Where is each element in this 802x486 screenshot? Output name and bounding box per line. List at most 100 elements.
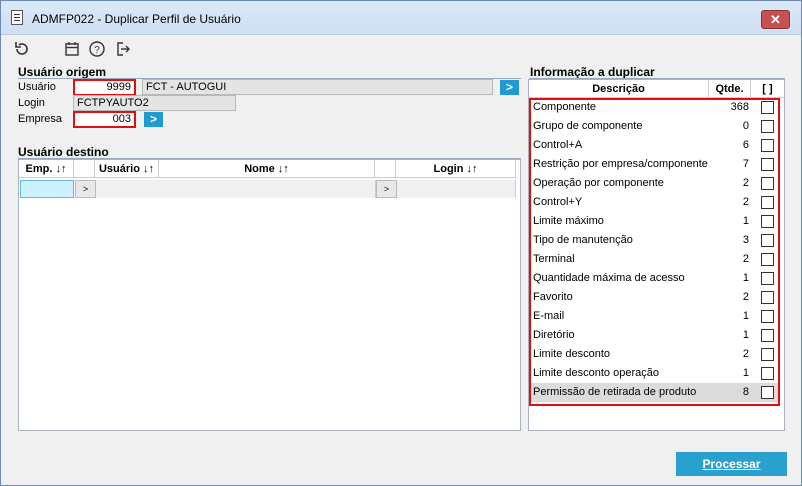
info-row-descricao: Restrição por empresa/componente [533,158,708,170]
info-row-descricao: Control+A [533,139,583,151]
empresa-field[interactable]: 003 [73,111,136,128]
info-row-qtde: 1 [742,272,749,284]
info-row-qtde: 2 [742,177,749,189]
info-row-descricao: Limite máximo [533,215,604,227]
info-row-checkbox[interactable] [761,158,774,171]
info-row[interactable]: Terminal 2 [530,250,780,269]
info-row-qtde: 2 [742,291,749,303]
window-title: ADMFP022 - Duplicar Perfil de Usuário [32,12,241,26]
info-row[interactable]: Favorito 2 [530,288,780,307]
info-row-qtde: 3 [742,234,749,246]
info-row-checkbox[interactable] [761,253,774,266]
col-login[interactable]: Login ↓↑ [396,160,516,178]
info-row-checkbox[interactable] [761,196,774,209]
info-row-checkbox[interactable] [761,101,774,114]
info-row[interactable]: Permissão de retirada de produto 8 [530,383,780,402]
info-row[interactable]: Limite desconto operação 1 [530,364,780,383]
toolbar: ? [1,36,801,62]
document-icon [11,10,23,25]
refresh-icon[interactable] [13,40,31,58]
svg-text:?: ? [94,45,100,56]
processar-button[interactable]: Processar [676,452,787,476]
info-row-qtde: 2 [742,348,749,360]
info-row-checkbox[interactable] [761,329,774,342]
info-row[interactable]: Operação por componente 2 [530,174,780,193]
info-row-qtde: 2 [742,196,749,208]
info-row-descricao: Control+Y [533,196,583,208]
empresa-label: Empresa [18,113,63,125]
login-field: FCTPYAUTO2 [73,95,236,111]
col-qtde: Qtde. [709,80,751,98]
nome-lookup-button[interactable]: > [376,180,397,198]
title-bar: ADMFP022 - Duplicar Perfil de Usuário ✕ [1,1,801,35]
info-row[interactable]: Grupo de componente 0 [530,117,780,136]
info-row-descricao: Favorito [533,291,573,303]
usuario-go-button[interactable]: > [500,80,519,95]
empresa-go-button[interactable]: > [144,112,163,127]
info-row-descricao: Diretório [533,329,575,341]
info-row-qtde: 368 [730,101,749,113]
info-row-descricao: Operação por componente [533,177,664,189]
info-row-descricao: Grupo de componente [533,120,643,132]
info-row[interactable]: Diretório 1 [530,326,780,345]
info-row[interactable]: Quantidade máxima de acesso 1 [530,269,780,288]
info-row-descricao: Limite desconto operação [533,367,659,379]
info-row-checkbox[interactable] [761,291,774,304]
info-row-checkbox[interactable] [761,215,774,228]
col-nome-spacer [375,160,396,178]
info-row[interactable]: Control+Y 2 [530,193,780,212]
info-row-descricao: Quantidade máxima de acesso [533,272,685,284]
info-row-descricao: Tipo de manutenção [533,234,633,246]
info-row[interactable]: Tipo de manutenção 3 [530,231,780,250]
info-row-qtde: 1 [742,329,749,341]
info-row[interactable]: Control+A 6 [530,136,780,155]
info-row-qtde: 6 [742,139,749,151]
usuario-nome-cell [96,180,376,198]
destino-section-title: Usuário destino [18,145,109,159]
info-row[interactable]: Restrição por empresa/componente 7 [530,155,780,174]
info-row[interactable]: Limite desconto 2 [530,345,780,364]
col-check-all[interactable]: [ ] [751,80,784,98]
exit-icon[interactable] [114,40,132,58]
info-row-qtde: 1 [742,310,749,322]
app-window: ADMFP022 - Duplicar Perfil de Usuário ✕ … [0,0,802,486]
calendar-icon[interactable] [63,40,81,58]
close-button[interactable]: ✕ [761,10,790,29]
info-row-checkbox[interactable] [761,177,774,190]
emp-input[interactable] [20,180,74,198]
info-row-qtde: 2 [742,253,749,265]
info-row-checkbox[interactable] [761,386,774,399]
info-row-checkbox[interactable] [761,120,774,133]
info-row-checkbox[interactable] [761,234,774,247]
col-usuario[interactable]: Usuário ↓↑ [95,160,159,178]
info-row-checkbox[interactable] [761,367,774,380]
col-descricao: Descrição [529,80,709,98]
info-row-qtde: 0 [742,120,749,132]
info-row-descricao: Permissão de retirada de produto [533,386,697,398]
info-row-descricao: Componente [533,101,596,113]
info-row-checkbox[interactable] [761,310,774,323]
info-row-descricao: Terminal [533,253,575,265]
login-cell [397,180,516,198]
info-row[interactable]: E-mail 1 [530,307,780,326]
info-row-descricao: E-mail [533,310,565,322]
info-row-qtde: 1 [742,215,749,227]
col-emp-spacer [74,160,95,178]
help-icon[interactable]: ? [88,40,106,58]
info-row[interactable]: Limite máximo 1 [530,212,780,231]
col-nome[interactable]: Nome ↓↑ [159,160,375,178]
info-row-checkbox[interactable] [761,272,774,285]
info-row[interactable]: Componente 368 [530,98,780,117]
info-row-checkbox[interactable] [761,139,774,152]
info-row-checkbox[interactable] [761,348,774,361]
usuario-name-field: FCT - AUTOGUI [142,79,493,95]
usuario-code-field[interactable]: 9999 [73,79,136,96]
info-section-title: Informação a duplicar [530,65,655,79]
info-row-qtde: 7 [742,158,749,170]
col-emp[interactable]: Emp. ↓↑ [19,160,74,178]
info-row-qtde: 1 [742,367,749,379]
login-label: Login [18,97,45,109]
info-row-descricao: Limite desconto [533,348,611,360]
emp-lookup-button[interactable]: > [75,180,96,198]
info-row-qtde: 8 [742,386,749,398]
